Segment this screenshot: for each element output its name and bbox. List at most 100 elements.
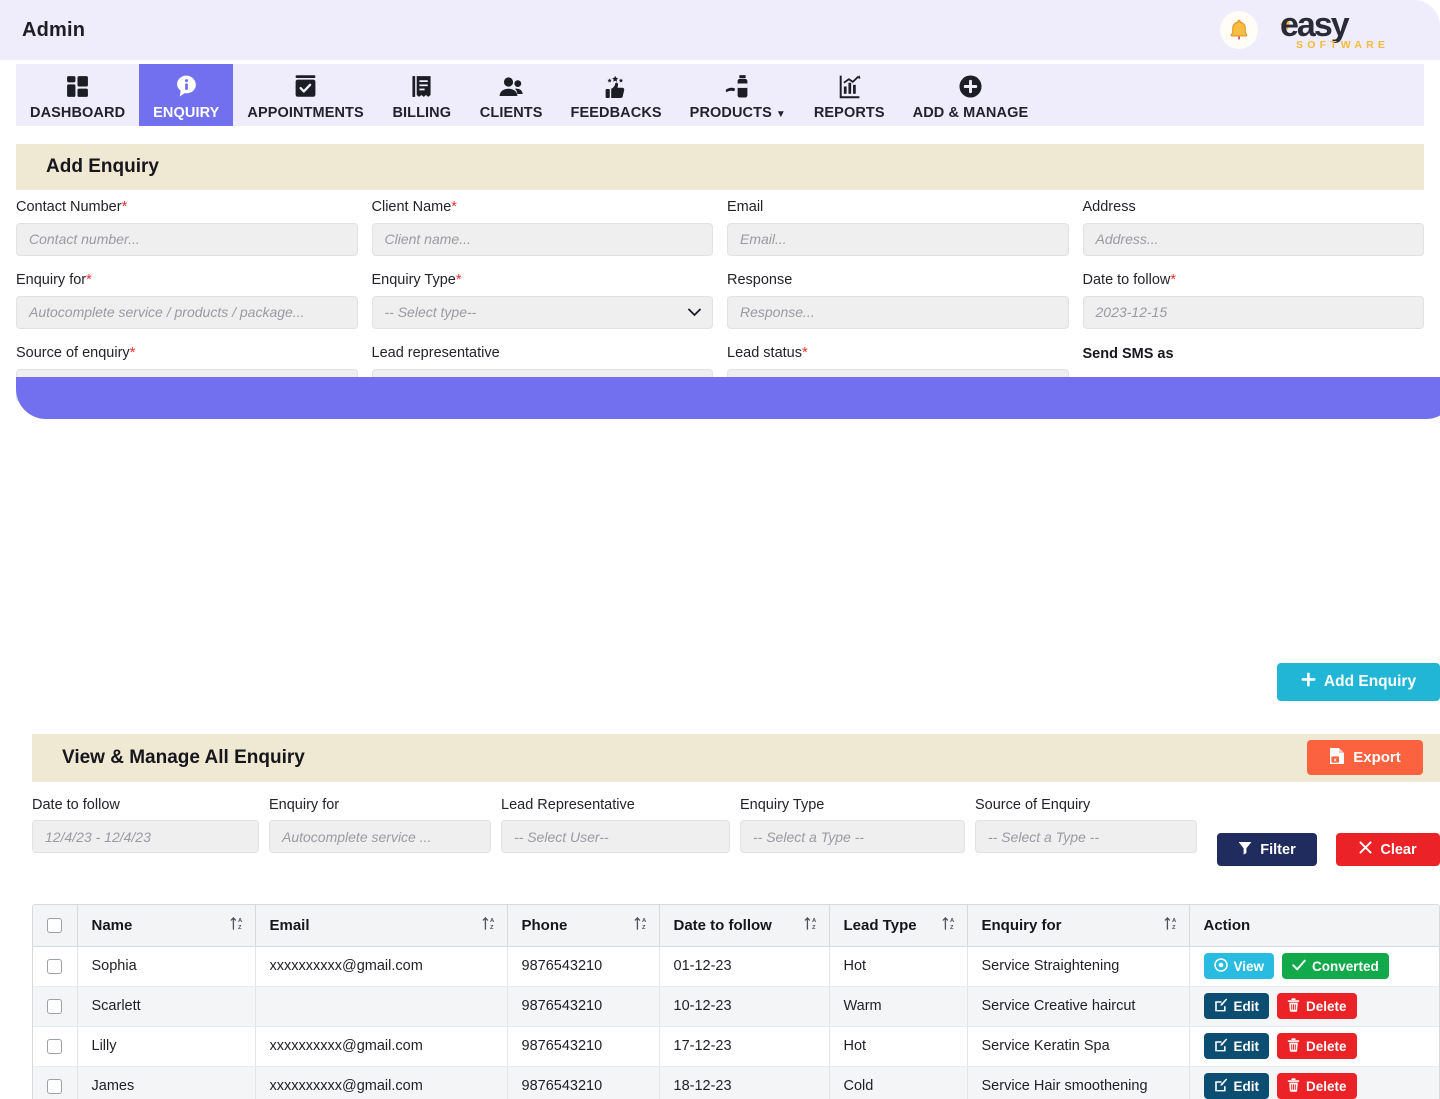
action-buttons: Edit Delete <box>1204 1033 1428 1059</box>
main-navigation: DASHBOARD ENQUIRY APPOINTMENTS BILLING C <box>16 64 1424 126</box>
plus-icon <box>1301 672 1316 692</box>
nav-item-enquiry[interactable]: ENQUIRY <box>139 64 233 126</box>
column-header-phone[interactable]: Phone AZ <box>507 905 659 946</box>
placeholder-text: Response... <box>740 304 815 320</box>
filter-button[interactable]: Filter <box>1217 833 1317 866</box>
form-row-1: Contact Number* Contact number... Client… <box>16 200 1424 256</box>
address-input[interactable]: Address... <box>1083 223 1425 256</box>
filter-date-to-follow-input[interactable]: 12/4/23 - 12/4/23 <box>32 820 259 853</box>
field-email: Email Email... <box>727 200 1069 256</box>
nav-item-dashboard[interactable]: DASHBOARD <box>16 64 139 126</box>
column-header-date-to-follow[interactable]: Date to follow AZ <box>659 905 829 946</box>
cell-date-to-follow: 01-12-23 <box>659 946 829 986</box>
delete-button[interactable]: Delete <box>1277 1033 1357 1059</box>
sort-icon[interactable]: AZ <box>804 916 818 935</box>
filter-lead-representative-input[interactable]: -- Select User-- <box>501 820 730 853</box>
add-enquiry-button[interactable]: Add Enquiry <box>1277 663 1440 701</box>
contact-number-input[interactable]: Contact number... <box>16 223 358 256</box>
row-checkbox[interactable] <box>47 959 62 974</box>
delete-button[interactable]: Delete <box>1277 1073 1357 1099</box>
table-header-row: Name AZ Email AZ Phone AZ Date to follow… <box>33 905 1440 946</box>
required-asterisk: * <box>456 272 462 288</box>
placeholder-text: Email... <box>740 231 787 247</box>
delete-button-label: Delete <box>1306 1039 1347 1054</box>
action-buttons: Edit Delete <box>1204 993 1428 1019</box>
edit-button[interactable]: Edit <box>1204 1073 1270 1099</box>
edit-button[interactable]: Edit <box>1204 1033 1270 1059</box>
label-address: Address <box>1083 200 1425 216</box>
calendar-check-icon <box>293 72 318 102</box>
row-select-cell <box>33 946 77 986</box>
edit-pencil-icon <box>1214 1078 1228 1095</box>
delete-button[interactable]: Delete <box>1277 993 1357 1019</box>
column-label: Date to follow <box>674 917 772 934</box>
svg-text:A: A <box>238 918 243 924</box>
field-date-to-follow: Date to follow* 2023-12-15 <box>1083 273 1425 329</box>
cell-date-to-follow: 10-12-23 <box>659 986 829 1026</box>
header-right-cluster: easy SOFTWARE <box>1220 0 1440 60</box>
svg-text:Z: Z <box>812 925 816 930</box>
filter-value: -- Select User-- <box>514 829 609 845</box>
client-name-input[interactable]: Client name... <box>372 223 714 256</box>
table-header: Name AZ Email AZ Phone AZ Date to follow… <box>33 905 1440 946</box>
view-button-label: View <box>1234 959 1265 974</box>
nav-item-clients[interactable]: CLIENTS <box>466 64 557 126</box>
notification-bell-button[interactable] <box>1220 11 1258 49</box>
sort-icon[interactable]: AZ <box>230 916 244 935</box>
column-label: Phone <box>522 917 568 934</box>
filter-source-of-enquiry-input[interactable]: -- Select a Type -- <box>975 820 1197 853</box>
placeholder-text: Address... <box>1096 231 1159 247</box>
export-button[interactable]: x Export <box>1307 740 1423 775</box>
row-select-cell <box>33 1026 77 1066</box>
filter-label: Enquiry Type <box>740 797 965 813</box>
cell-lead-type: Hot <box>829 1026 967 1066</box>
sort-icon[interactable]: AZ <box>482 916 496 935</box>
cell-email: xxxxxxxxxx@gmail.com <box>255 946 507 986</box>
export-button-label: Export <box>1353 749 1401 766</box>
label-enquiry-type: Enquiry Type* <box>372 273 714 289</box>
cell-name: Lilly <box>77 1026 255 1066</box>
label-enquiry-for: Enquiry for* <box>16 273 358 289</box>
nav-item-appointments[interactable]: APPOINTMENTS <box>233 64 377 126</box>
cell-email: xxxxxxxxxx@gmail.com <box>255 1026 507 1066</box>
delete-button-label: Delete <box>1306 999 1347 1014</box>
sort-icon[interactable]: AZ <box>634 916 648 935</box>
label-email: Email <box>727 200 1069 216</box>
column-header-lead-type[interactable]: Lead Type AZ <box>829 905 967 946</box>
cell-date-to-follow: 18-12-23 <box>659 1066 829 1099</box>
nav-label: REPORTS <box>814 105 885 121</box>
svg-text:Z: Z <box>490 925 494 930</box>
row-checkbox[interactable] <box>47 999 62 1014</box>
enquiry-for-input[interactable]: Autocomplete service / products / packag… <box>16 296 358 329</box>
column-header-action: Action <box>1189 905 1440 946</box>
edit-button[interactable]: Edit <box>1204 993 1270 1019</box>
enquiry-table: Name AZ Email AZ Phone AZ Date to follow… <box>33 905 1440 1099</box>
date-to-follow-input[interactable]: 2023-12-15 <box>1083 296 1425 329</box>
row-checkbox[interactable] <box>47 1039 62 1054</box>
nav-item-billing[interactable]: BILLING <box>378 64 466 126</box>
email-input[interactable]: Email... <box>727 223 1069 256</box>
filter-enquiry-for-input[interactable]: Autocomplete service ... <box>269 820 491 853</box>
column-header-enquiry-for[interactable]: Enquiry for AZ <box>967 905 1189 946</box>
cell-enquiry-for: Service Straightening <box>967 946 1189 986</box>
sort-icon[interactable]: AZ <box>1164 916 1178 935</box>
nav-item-reports[interactable]: REPORTS <box>800 64 899 126</box>
converted-button[interactable]: Converted <box>1282 953 1389 979</box>
nav-item-add-and-manage[interactable]: ADD & MANAGE <box>899 64 1043 126</box>
response-input[interactable]: Response... <box>727 296 1069 329</box>
column-header-name[interactable]: Name AZ <box>77 905 255 946</box>
column-header-email[interactable]: Email AZ <box>255 905 507 946</box>
sort-icon[interactable]: AZ <box>942 916 956 935</box>
nav-item-feedbacks[interactable]: FEEDBACKS <box>557 64 676 126</box>
select-all-checkbox[interactable] <box>47 918 62 933</box>
add-enquiry-section-header: Add Enquiry <box>16 144 1424 190</box>
nav-item-products[interactable]: PRODUCTS▼ <box>676 64 800 126</box>
add-enquiry-form: Contact Number* Contact number... Client… <box>16 200 1424 419</box>
view-button[interactable]: View <box>1204 953 1275 979</box>
enquiry-type-select[interactable]: -- Select type-- <box>372 296 714 329</box>
cell-action: Edit Delete <box>1189 1026 1440 1066</box>
eye-icon <box>1214 958 1228 975</box>
filter-enquiry-type-input[interactable]: -- Select a Type -- <box>740 820 965 853</box>
clear-button[interactable]: Clear <box>1336 833 1440 866</box>
row-checkbox[interactable] <box>47 1079 62 1094</box>
